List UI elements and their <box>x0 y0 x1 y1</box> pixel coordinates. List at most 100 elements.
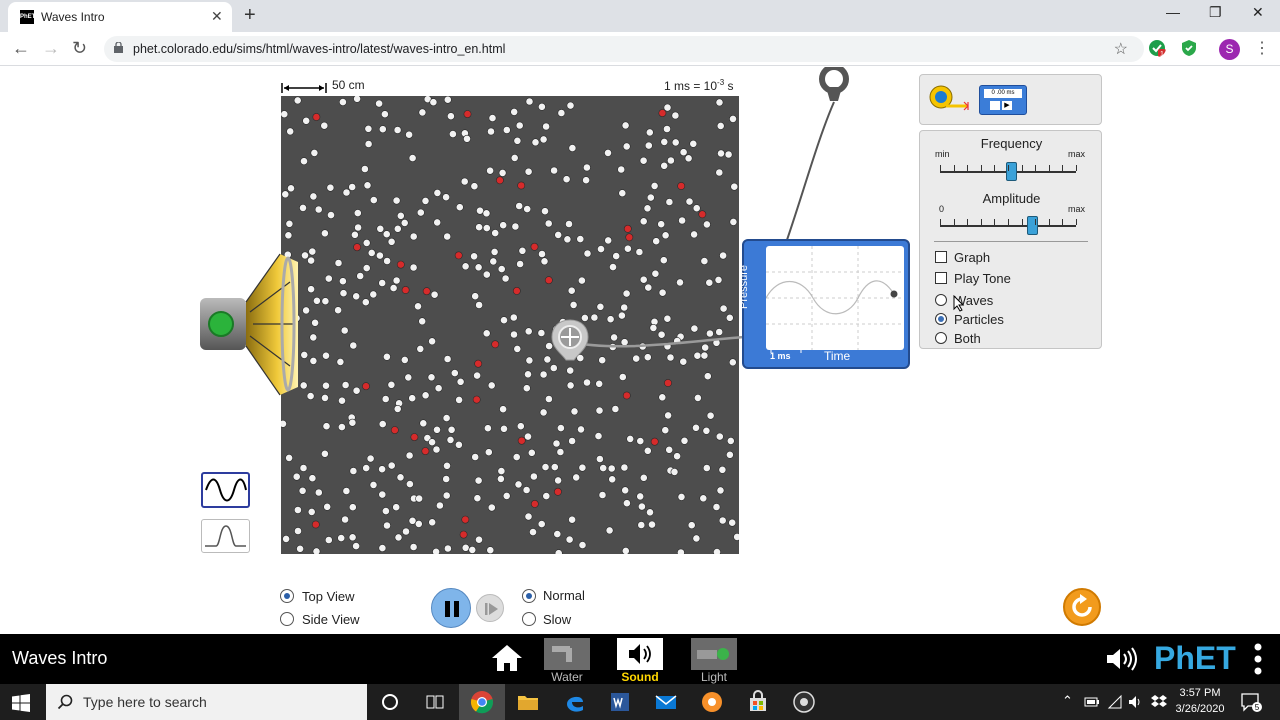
chrome-icon[interactable] <box>470 690 494 714</box>
particles-radio[interactable] <box>935 313 947 325</box>
profile-avatar[interactable]: S <box>1219 39 1240 60</box>
task-view-icon[interactable] <box>423 690 447 714</box>
new-tab-icon[interactable]: + <box>244 4 256 27</box>
particle <box>537 102 546 111</box>
particle <box>470 182 479 191</box>
particle <box>361 165 369 173</box>
stopwatch-icon[interactable]: 0 .00 ms ▶ <box>979 85 1027 115</box>
particle <box>299 381 308 390</box>
word-icon[interactable] <box>608 690 632 714</box>
slow-speed-radio[interactable] <box>522 612 536 626</box>
pulse-wave-button[interactable] <box>201 519 250 553</box>
notifications-icon[interactable]: 5 <box>1240 692 1262 712</box>
particle <box>383 257 391 265</box>
particle <box>539 135 548 144</box>
file-explorer-icon[interactable] <box>516 690 540 714</box>
particle <box>340 326 349 335</box>
minimize-icon[interactable]: — <box>1166 4 1180 20</box>
address-bar[interactable]: phet.colorado.edu/sims/html/waves-intro/… <box>104 36 1144 62</box>
wifi-icon[interactable] <box>1107 694 1123 710</box>
particle <box>433 189 442 197</box>
light-laser-icon <box>691 638 737 670</box>
screen-tab-water[interactable]: Water <box>543 636 591 684</box>
particle <box>432 445 441 454</box>
amplitude-slider-track[interactable] <box>940 225 1076 227</box>
both-radio[interactable] <box>935 332 947 344</box>
reload-icon[interactable]: ↻ <box>72 38 87 59</box>
graph-checkbox[interactable] <box>935 251 947 263</box>
divider <box>934 241 1088 242</box>
dropbox-icon[interactable] <box>1150 694 1168 710</box>
adblock-shield-icon[interactable] <box>1180 39 1198 57</box>
particle <box>381 395 390 403</box>
phet-menu-icon[interactable] <box>1252 642 1264 676</box>
browser-tab[interactable]: PhET Waves Intro ✕ <box>8 2 232 32</box>
obs-icon[interactable] <box>792 690 816 714</box>
extension-shield-icon[interactable]: 1 <box>1148 39 1166 57</box>
particle <box>430 290 439 299</box>
particle <box>455 395 463 404</box>
forward-icon[interactable]: → <box>42 38 60 59</box>
side-view-radio[interactable] <box>280 612 294 626</box>
edge-icon[interactable] <box>563 690 587 714</box>
normal-speed-radio[interactable] <box>522 589 536 603</box>
phet-navbar: Waves Intro Water Sound Light PhET <box>0 634 1280 684</box>
particle <box>427 373 436 382</box>
particle <box>716 486 725 495</box>
bookmark-star-icon[interactable]: ☆ <box>1114 39 1128 59</box>
window-close-icon[interactable]: ✕ <box>1252 4 1264 21</box>
amplitude-max-label: max <box>1068 204 1086 214</box>
particle <box>500 424 508 433</box>
pressure-graph-panel[interactable]: Pressure 1 ms Time <box>738 239 910 369</box>
taskbar-search-box[interactable]: Type here to search <box>46 684 367 720</box>
graph-screen <box>765 246 904 350</box>
screen-tab-light[interactable]: Light <box>690 636 738 684</box>
play-tone-checkbox[interactable] <box>935 272 947 284</box>
screen-tab-sound[interactable]: Sound <box>616 636 664 684</box>
waves-radio[interactable] <box>935 294 947 306</box>
stopwatch-reset-icon <box>990 101 1000 110</box>
mail-icon[interactable] <box>654 690 678 714</box>
top-view-radio[interactable] <box>280 589 294 603</box>
particle <box>471 453 480 461</box>
particle <box>336 357 345 366</box>
stopwatch-play-icon: ▶ <box>1002 101 1012 110</box>
particle <box>620 463 629 472</box>
battery-icon[interactable] <box>1084 695 1100 709</box>
particle <box>502 491 511 500</box>
tray-expand-icon[interactable]: ⌃ <box>1062 693 1073 709</box>
restore-icon[interactable]: ❐ <box>1209 4 1222 21</box>
back-icon[interactable]: ← <box>12 38 30 59</box>
particle <box>353 243 361 252</box>
measuring-tape-icon[interactable] <box>928 84 970 114</box>
particle <box>572 473 581 482</box>
particle <box>443 232 452 241</box>
particle <box>544 276 553 285</box>
particle <box>541 463 550 471</box>
particle <box>446 435 455 444</box>
particle <box>517 181 526 190</box>
store-icon[interactable] <box>746 690 770 714</box>
microphone-icon[interactable] <box>812 67 856 107</box>
volume-icon[interactable] <box>1127 694 1143 710</box>
pause-button[interactable] <box>431 588 471 628</box>
windows-start-icon[interactable] <box>12 694 30 712</box>
continuous-wave-button[interactable] <box>201 472 250 508</box>
particle <box>512 286 521 295</box>
home-icon[interactable] <box>490 643 524 673</box>
audio-toggle-icon[interactable] <box>1104 646 1140 672</box>
browser-menu-icon[interactable]: ⋮ <box>1254 38 1270 58</box>
close-icon[interactable]: ✕ <box>211 8 223 25</box>
particle <box>369 480 378 489</box>
cortana-icon[interactable] <box>378 690 402 714</box>
step-forward-button[interactable] <box>476 594 504 622</box>
clock-time[interactable]: 3:57 PM <box>1175 687 1225 699</box>
reset-all-button[interactable] <box>1063 588 1101 626</box>
clock-date[interactable]: 3/26/2020 <box>1172 703 1228 715</box>
amplitude-slider-thumb[interactable] <box>1027 216 1039 235</box>
particle <box>728 518 737 527</box>
orange-app-icon[interactable] <box>700 690 724 714</box>
particle <box>433 218 442 227</box>
pressure-probe-icon[interactable] <box>548 318 592 368</box>
particle <box>598 491 607 499</box>
